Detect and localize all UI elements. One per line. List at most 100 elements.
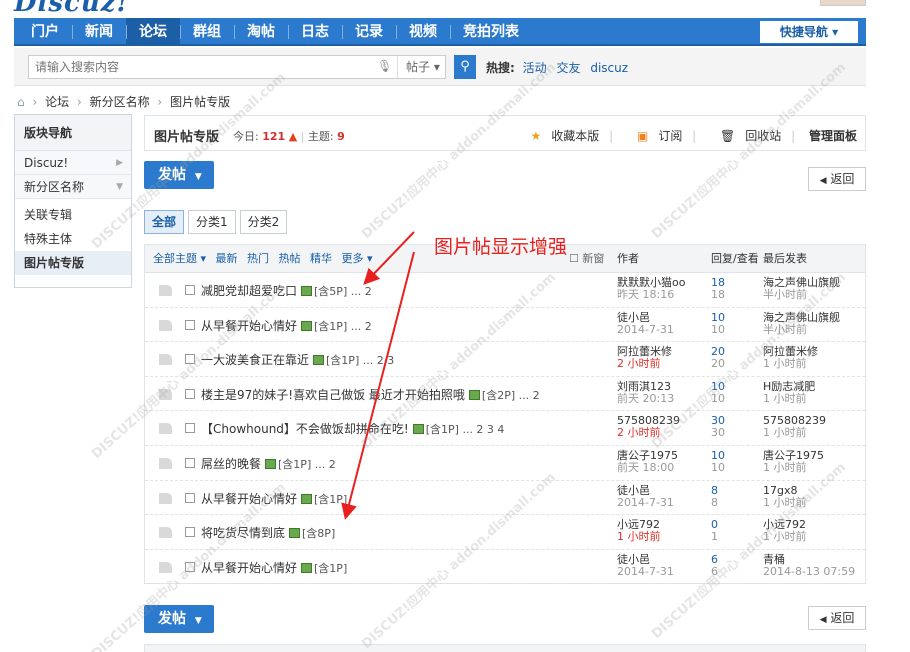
thread-meta[interactable]: [含8P] xyxy=(302,527,335,540)
filter-hot-threads[interactable]: 热帖 xyxy=(279,252,301,265)
tab-category-2[interactable]: 分类2 xyxy=(239,210,288,234)
back-button-top[interactable]: ◀ 返回 xyxy=(808,167,866,191)
author-name[interactable]: 徒小邑 xyxy=(617,484,650,497)
thread-row[interactable]: 从早餐开始心情好 [含1P] 徒小邑 2014-7-31 8 8 17gx8 1 小时前 xyxy=(145,481,865,516)
filter-all[interactable]: 全部主题 ▾ xyxy=(153,252,206,265)
nav-item[interactable]: 门户 xyxy=(18,18,72,46)
author-name[interactable]: 徒小邑 xyxy=(617,553,650,566)
author-name[interactable]: 徒小邑 xyxy=(617,311,650,324)
last-post-time[interactable]: 1 小时前 xyxy=(763,427,826,439)
quick-nav-button[interactable]: 快捷导航 ▾ xyxy=(760,21,858,43)
sidebar-item-active[interactable]: 图片帖专版 xyxy=(15,251,131,275)
microphone-icon[interactable]: 🎙 xyxy=(377,59,392,73)
subscribe-button[interactable]: ▣ 订阅 xyxy=(627,129,682,143)
thread-meta[interactable]: [含1P] ... 2 xyxy=(314,320,372,333)
site-logo[interactable]: Discuz! xyxy=(14,0,129,18)
thread-title[interactable]: 楼主是97的妹子!喜欢自己做饭 最近才开始拍照哦 xyxy=(201,388,465,402)
last-post-time[interactable]: 1 小时前 xyxy=(763,531,807,543)
thread-checkbox[interactable] xyxy=(185,527,195,538)
back-button-bottom[interactable]: ◀ 返回 xyxy=(808,606,866,630)
hot-term[interactable]: 交友 xyxy=(556,61,580,75)
breadcrumb-item[interactable]: 论坛 xyxy=(45,95,69,109)
thread-row[interactable]: 将吃货尽情到底 [含8P] 小远792 1 小时前 0 1 小远792 1 小时前 xyxy=(145,515,865,550)
last-post-user[interactable]: 青桶 xyxy=(763,553,785,566)
thread-meta[interactable]: [含1P] xyxy=(314,493,347,506)
thread-checkbox[interactable] xyxy=(185,492,195,503)
reply-count[interactable]: 8 xyxy=(711,484,718,497)
thread-checkbox[interactable] xyxy=(185,561,195,572)
nav-item[interactable]: 视频 xyxy=(396,18,450,46)
last-post-time[interactable]: 1 小时前 xyxy=(763,496,807,509)
thread-title[interactable]: 从早餐开始心情好 xyxy=(201,492,297,506)
thread-row[interactable]: 【Chowhound】不会做饭却拼命在吃! [含1P] ... 2 3 4 5758… xyxy=(145,411,865,446)
search-input[interactable] xyxy=(29,56,369,78)
sidebar-category-discuz[interactable]: Discuz! ▶ xyxy=(15,151,131,175)
last-post-time[interactable]: 1 小时前 xyxy=(763,392,815,405)
filter-digest[interactable]: 精华 xyxy=(310,252,332,265)
nav-item[interactable]: 论坛 xyxy=(126,18,180,46)
nav-item[interactable]: 竞拍列表 xyxy=(450,18,532,46)
thread-row[interactable]: 从早餐开始心情好 [含1P] 徒小邑 2014-7-31 6 6 青桶 2014-8-13 0… xyxy=(145,550,865,585)
thread-checkbox[interactable] xyxy=(185,285,195,295)
author-name[interactable]: 刘雨淇123 xyxy=(617,380,671,393)
reply-count[interactable]: 10 xyxy=(711,311,725,324)
sidebar-item[interactable]: 特殊主体 xyxy=(15,227,131,251)
thread-checkbox[interactable] xyxy=(185,354,195,365)
breadcrumb-item[interactable]: 图片帖专版 xyxy=(170,95,230,109)
tab-all[interactable]: 全部 xyxy=(144,210,185,234)
sidebar-item[interactable]: 关联专辑 xyxy=(15,203,131,227)
thread-checkbox[interactable] xyxy=(185,423,195,434)
thread-title[interactable]: 从早餐开始心情好 xyxy=(201,319,297,333)
favorite-forum-button[interactable]: ★ 收藏本版 xyxy=(520,129,599,143)
nav-item[interactable]: 淘帖 xyxy=(234,18,288,46)
thread-title[interactable]: 【Chowhound】不会做饭却拼命在吃! xyxy=(201,422,409,436)
thread-title[interactable]: 减肥党却超爱吃口 xyxy=(201,284,297,298)
last-post-user[interactable]: H励志减肥 xyxy=(763,380,815,393)
thread-row[interactable]: 一大波美食正在靠近 [含1P] ... 2 3 阿拉蕾米修 2 小时前 20 20 阿拉蕾米… xyxy=(145,342,865,377)
thread-row[interactable]: 减肥党却超爱吃口 [含5P] ... 2 默默默小猫oo 昨天 18:16 18 18 海之… xyxy=(145,273,865,308)
thread-meta[interactable]: [含1P] xyxy=(314,562,347,575)
thread-meta[interactable]: [含1P] ... 2 3 xyxy=(326,354,394,367)
thread-checkbox[interactable] xyxy=(185,457,195,468)
thread-meta[interactable]: [含5P] ... 2 xyxy=(314,285,372,298)
thread-checkbox[interactable] xyxy=(185,319,195,330)
nav-item[interactable]: 群组 xyxy=(180,18,234,46)
thread-meta[interactable]: [含1P] ... 2 3 4 xyxy=(426,423,505,436)
thread-title[interactable]: 将吃货尽情到底 xyxy=(201,526,285,540)
recycle-bin-button[interactable]: 🗑 回收站 xyxy=(710,129,781,143)
home-icon[interactable]: ⌂ xyxy=(17,95,25,109)
post-button-top[interactable]: 发帖 ▼ xyxy=(144,161,214,189)
thread-title[interactable]: 一大波美食正在靠近 xyxy=(201,353,309,367)
thread-row[interactable]: 从早餐开始心情好 [含1P] ... 2 徒小邑 2014-7-31 10 10 海之声佛山… xyxy=(145,308,865,343)
new-window-toggle[interactable]: ☐ 新窗 xyxy=(569,245,604,273)
post-button-bottom[interactable]: 发帖 ▼ xyxy=(144,605,214,633)
thread-row[interactable]: 楼主是97的妹子!喜欢自己做饭 最近才开始拍照哦 [含2P] ... 2 刘雨淇12… xyxy=(145,377,865,412)
avatar[interactable] xyxy=(820,0,866,6)
hot-term[interactable]: 活动 xyxy=(523,61,547,75)
thread-meta[interactable]: [含1P] ... 2 xyxy=(278,458,336,471)
thread-title[interactable]: 屌丝的晚餐 xyxy=(201,457,261,471)
hot-term[interactable]: discuz xyxy=(590,61,628,75)
thread-row[interactable]: 屌丝的晚餐 [含1P] ... 2 唐公子1975 前天 18:00 10 10 唐公子19… xyxy=(145,446,865,481)
last-post-time[interactable]: 1 小时前 xyxy=(763,358,818,370)
nav-item[interactable]: 记录 xyxy=(342,18,396,46)
filter-latest[interactable]: 最新 xyxy=(216,252,238,265)
breadcrumb-item[interactable]: 新分区名称 xyxy=(90,95,150,109)
filter-hot[interactable]: 热门 xyxy=(247,252,269,265)
last-post-time[interactable]: 1 小时前 xyxy=(763,461,824,474)
tab-category-1[interactable]: 分类1 xyxy=(188,210,236,234)
search-scope-select[interactable]: 帖子 ▾ xyxy=(397,56,447,78)
sidebar-category-new[interactable]: 新分区名称 ▼ xyxy=(15,175,131,199)
nav-item[interactable]: 新闻 xyxy=(72,18,126,46)
thread-checkbox[interactable] xyxy=(185,388,195,399)
thread-meta[interactable]: [含2P] ... 2 xyxy=(482,389,540,402)
admin-panel-button[interactable]: 管理面板 xyxy=(809,129,857,143)
last-post-user[interactable]: 海之声佛山旗舰 xyxy=(763,311,840,324)
last-post-time[interactable]: 2014-8-13 07:59 xyxy=(763,565,855,578)
reply-count[interactable]: 6 xyxy=(711,553,718,566)
reply-count[interactable]: 10 xyxy=(711,380,725,393)
nav-item[interactable]: 日志 xyxy=(288,18,342,46)
thread-title[interactable]: 从早餐开始心情好 xyxy=(201,561,297,575)
last-post-time[interactable]: 半小时前 xyxy=(763,289,840,301)
last-post-user[interactable]: 17gx8 xyxy=(763,484,798,497)
